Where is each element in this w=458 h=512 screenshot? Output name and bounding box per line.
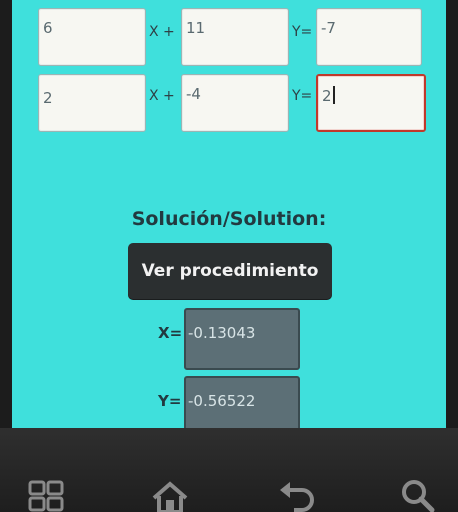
- eq2-coef-y-input[interactable]: -4: [181, 74, 289, 132]
- solution-title: Solución/Solution:: [131, 208, 327, 230]
- eq1-coef-y-input[interactable]: 11: [181, 8, 289, 66]
- bezel-right: [446, 0, 458, 428]
- eq1-constant-input[interactable]: -7: [316, 8, 422, 66]
- view-procedure-button[interactable]: Ver procedimiento: [128, 243, 332, 299]
- eq2-coef-x-input[interactable]: 2: [38, 74, 146, 132]
- eq1-x-plus-label: X +: [149, 24, 175, 40]
- result-x-value: -0.13043: [188, 324, 256, 342]
- text-caret: [332, 86, 335, 104]
- eq2-coef-x-value: 2: [43, 89, 53, 107]
- result-x-box: -0.13043: [184, 308, 300, 370]
- eq1-constant-value: -7: [321, 19, 336, 37]
- result-x-label: X=: [158, 324, 183, 342]
- eq1-coef-x-input[interactable]: 6: [38, 8, 146, 66]
- eq1-coef-y-value: 11: [186, 19, 206, 37]
- home-icon[interactable]: [150, 480, 190, 512]
- eq2-constant-value: 2: [322, 87, 332, 105]
- system-navigation-bar: [0, 428, 458, 512]
- eq2-x-plus-label: X +: [149, 88, 175, 104]
- search-icon[interactable]: [398, 476, 438, 512]
- result-y-box: -0.56522: [184, 376, 300, 428]
- eq2-coef-y-value: -4: [186, 85, 201, 103]
- back-icon[interactable]: [276, 480, 316, 512]
- eq1-y-equals-label: Y=: [292, 24, 313, 40]
- eq2-y-equals-label: Y=: [292, 88, 313, 104]
- eq2-constant-input[interactable]: 2: [316, 74, 426, 132]
- result-y-label: Y=: [158, 392, 182, 410]
- apps-grid-icon[interactable]: [28, 480, 66, 512]
- eq1-coef-x-value: 6: [43, 19, 53, 37]
- app-screen: 6 X + 11 Y= -7 2 X + -4 Y= 2 Solución/So…: [12, 0, 446, 428]
- result-y-value: -0.56522: [188, 392, 256, 410]
- bezel-left: [0, 0, 12, 428]
